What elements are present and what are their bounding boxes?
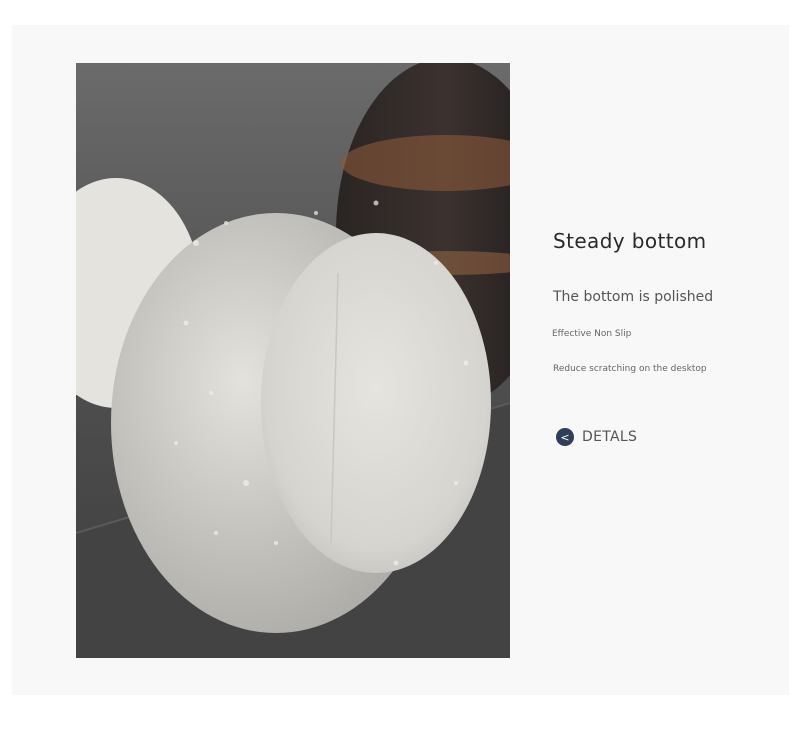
feature-title: Steady bottom [553, 229, 707, 253]
feature-note-scratch: Reduce scratching on the desktop [553, 364, 707, 374]
details-link[interactable]: < DETALS [556, 427, 637, 447]
feature-subtitle: The bottom is polished [553, 289, 714, 305]
feature-note-non-slip: Effective Non Slip [552, 329, 632, 339]
product-photo-ceramic-cup-bottom [76, 63, 510, 658]
chevron-left-icon: < [556, 428, 574, 446]
details-label: DETALS [582, 429, 638, 445]
